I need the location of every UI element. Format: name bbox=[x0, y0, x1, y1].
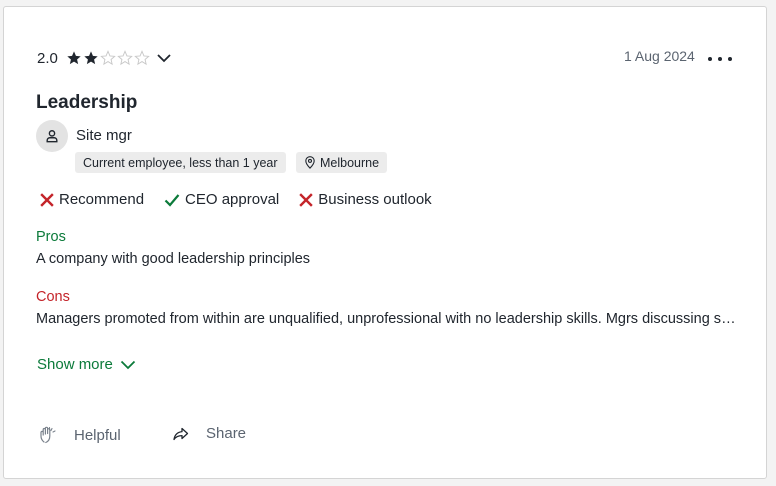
star-rating bbox=[66, 50, 151, 66]
pros-text: A company with good leadership principle… bbox=[36, 251, 311, 267]
rating-row: 2.0 bbox=[37, 47, 172, 69]
location-label: Melbourne bbox=[320, 155, 380, 170]
helpful-label: Helpful bbox=[74, 426, 121, 444]
review-card: 2.0 1 Aug 2024 Leadership Site mgr Curre… bbox=[3, 6, 767, 479]
sentiment-label: Recommend bbox=[59, 191, 145, 208]
x-icon bbox=[299, 192, 313, 207]
sentiment-recommend: Recommend bbox=[40, 191, 144, 208]
star-filled-icon bbox=[84, 51, 98, 65]
sentiment-label: CEO approval bbox=[185, 191, 280, 208]
share-button[interactable]: Share bbox=[172, 425, 246, 442]
more-options-icon[interactable] bbox=[708, 55, 732, 63]
sentiment-row: Recommend CEO approval Business outlook bbox=[40, 191, 452, 208]
sentiment-label: Business outlook bbox=[318, 191, 432, 208]
employment-status-tag: Current employee, less than 1 year bbox=[75, 152, 286, 173]
location-tag[interactable]: Melbourne bbox=[296, 152, 388, 173]
star-filled-icon bbox=[67, 51, 81, 65]
avatar bbox=[36, 120, 68, 152]
share-label: Share bbox=[206, 425, 247, 442]
share-arrow-icon bbox=[173, 427, 189, 440]
x-icon bbox=[40, 192, 54, 207]
chevron-down-icon[interactable] bbox=[156, 50, 172, 66]
show-more-label: Show more bbox=[37, 356, 113, 373]
location-pin-icon bbox=[305, 156, 315, 169]
user-icon bbox=[46, 130, 58, 143]
review-title: Leadership bbox=[36, 92, 138, 113]
pros-heading: Pros bbox=[36, 229, 66, 245]
star-empty-icon bbox=[117, 50, 133, 66]
clapping-hands-icon bbox=[40, 426, 56, 444]
cons-text: Managers promoted from within are unqual… bbox=[36, 311, 736, 327]
chevron-down-icon bbox=[120, 360, 136, 369]
sentiment-ceo-approval: CEO approval bbox=[164, 191, 279, 208]
cons-heading: Cons bbox=[36, 289, 70, 305]
show-more-button[interactable]: Show more bbox=[37, 356, 136, 373]
sentiment-business-outlook: Business outlook bbox=[299, 191, 432, 208]
star-empty-icon bbox=[100, 50, 116, 66]
star-empty-icon bbox=[134, 50, 150, 66]
author-title: Site mgr bbox=[76, 127, 132, 144]
rating-value: 2.0 bbox=[37, 49, 58, 67]
helpful-button[interactable]: Helpful bbox=[38, 425, 121, 445]
review-date: 1 Aug 2024 bbox=[624, 48, 695, 64]
check-icon bbox=[164, 193, 180, 207]
